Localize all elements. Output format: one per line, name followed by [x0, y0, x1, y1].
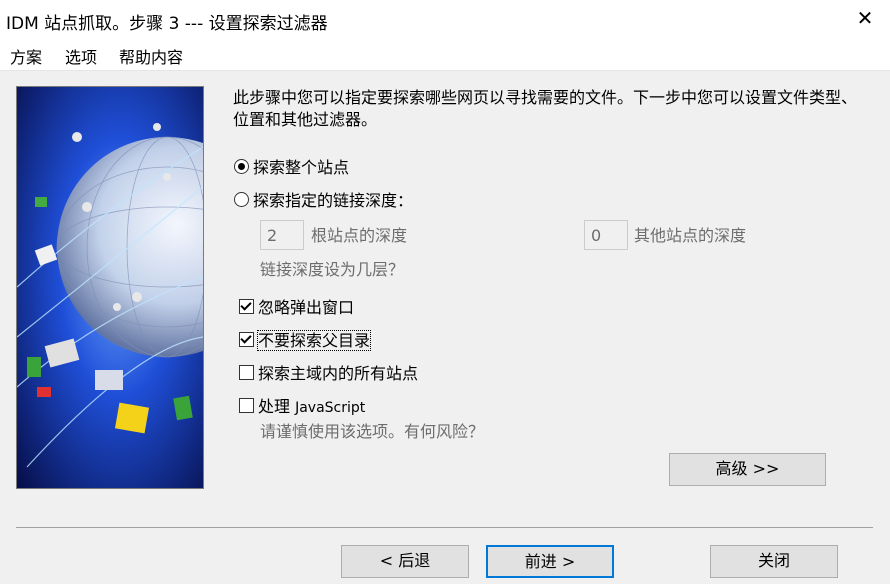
other-depth-input[interactable]: 0: [584, 220, 628, 250]
checkbox-javascript[interactable]: 处理 JavaScript: [239, 396, 365, 418]
title-bar: IDM 站点抓取。步骤 3 --- 设置探索过滤器 ✕: [0, 0, 890, 38]
advanced-button[interactable]: 高级 >>: [669, 453, 826, 486]
step-description: 此步骤中您可以指定要探索哪些网页以寻找需要的文件。下一步中您可以设置文件类型、位…: [233, 88, 858, 129]
close-button[interactable]: 关闭: [710, 545, 838, 578]
checkbox-all-domain-sites[interactable]: 探索主域内的所有站点: [239, 363, 418, 385]
close-icon[interactable]: ✕: [852, 5, 878, 31]
window-title: IDM 站点抓取。步骤 3 --- 设置探索过滤器: [6, 14, 328, 34]
javascript-warning-link[interactable]: 请谨慎使用该选项。有何风险？: [260, 421, 484, 443]
radio-unselected-icon[interactable]: [234, 192, 249, 207]
radio-whole-site-label: 探索整个站点: [253, 158, 350, 177]
next-button[interactable]: 前进 >: [486, 545, 614, 578]
checkbox-ignore-popups[interactable]: 忽略弹出窗口: [239, 297, 354, 319]
checkbox-unchecked-icon[interactable]: [239, 365, 254, 380]
radio-whole-site[interactable]: 探索整个站点: [234, 157, 349, 179]
wizard-illustration: [16, 86, 204, 489]
javascript-label-name: JavaScript: [295, 400, 366, 416]
checkbox-no-parent[interactable]: 不要探索父目录: [239, 330, 372, 352]
other-depth-label: 其他站点的深度: [634, 226, 747, 245]
depth-hint: 链接深度设为几层？: [260, 260, 405, 279]
root-depth-input[interactable]: 2: [260, 220, 304, 250]
radio-selected-icon[interactable]: [234, 159, 249, 174]
javascript-label-prefix: 处理: [258, 397, 296, 416]
menu-bar: 方案 选项 帮助内容: [0, 38, 890, 71]
no-parent-label: 不要探索父目录: [256, 330, 372, 351]
checkbox-checked-icon[interactable]: [239, 332, 254, 347]
back-button[interactable]: < 后退: [341, 545, 469, 578]
radio-link-depth-label: 探索指定的链接深度：: [253, 191, 414, 210]
root-depth-label: 根站点的深度: [311, 226, 408, 245]
checkbox-checked-icon[interactable]: [239, 299, 254, 314]
all-domain-sites-label: 探索主域内的所有站点: [258, 364, 419, 383]
menu-item-scheme[interactable]: 方案: [10, 44, 42, 68]
radio-link-depth[interactable]: 探索指定的链接深度：: [234, 190, 413, 212]
checkbox-unchecked-icon[interactable]: [239, 398, 254, 413]
divider: [16, 527, 873, 528]
menu-item-help[interactable]: 帮助内容: [119, 44, 183, 68]
menu-item-options[interactable]: 选项: [65, 44, 97, 68]
ignore-popups-label: 忽略弹出窗口: [258, 298, 355, 317]
